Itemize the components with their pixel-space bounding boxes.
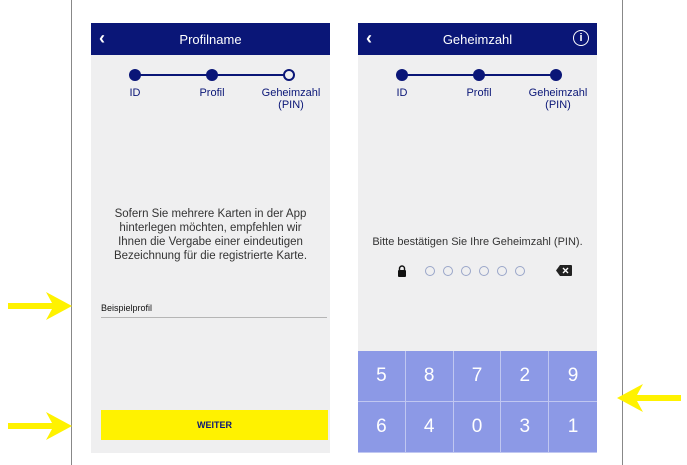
keypad-key-5[interactable]: 5 xyxy=(358,351,406,402)
pin-dot xyxy=(461,266,471,276)
keypad-key-1[interactable]: 1 xyxy=(549,402,597,453)
keypad-key-0[interactable]: 0 xyxy=(453,402,502,453)
progress-stepper: ID Profil Geheimzahl (PIN) xyxy=(91,67,330,127)
step-label-id: ID xyxy=(129,87,141,99)
page-title: Profilname xyxy=(179,32,242,47)
annotation-arrow-left-icon xyxy=(617,384,681,412)
profile-name-screen: ‹ Profilname ID Profil Geheimzahl (PIN) … xyxy=(91,23,330,453)
keypad-key-3[interactable]: 3 xyxy=(501,402,550,453)
step-dot-pin xyxy=(283,69,295,81)
info-text: Sofern Sie mehrere Karten in der App hin… xyxy=(113,208,308,262)
pin-screen: ‹ Geheimzahl i ID Profil Geheimzahl (PIN… xyxy=(358,23,597,453)
navbar: ‹ Profilname xyxy=(91,23,330,55)
lock-icon xyxy=(398,265,406,277)
keypad-key-2[interactable]: 2 xyxy=(501,351,550,402)
keypad-key-9[interactable]: 9 xyxy=(549,351,597,402)
pin-prompt: Bitte bestätigen Sie Ihre Geheimzahl (PI… xyxy=(372,236,583,248)
step-label-pin: Geheimzahl (PIN) xyxy=(261,87,321,111)
annotation-arrow-right-icon xyxy=(8,412,72,440)
info-icon[interactable]: i xyxy=(573,30,589,46)
continue-button[interactable]: WEITER xyxy=(101,410,328,440)
progress-stepper: ID Profil Geheimzahl (PIN) xyxy=(358,67,597,127)
pin-dot xyxy=(515,266,525,276)
step-label-pin: Geheimzahl (PIN) xyxy=(528,87,588,111)
step-dot-pin xyxy=(550,69,562,81)
page-title: Geheimzahl xyxy=(442,32,513,47)
step-label-id: ID xyxy=(396,87,408,99)
keypad-key-6[interactable]: 6 xyxy=(358,402,406,453)
step-dot-id xyxy=(129,69,141,81)
number-keypad: 58729 64031 xyxy=(358,351,597,453)
navbar: ‹ Geheimzahl i xyxy=(358,23,597,55)
step-label-profil: Profil xyxy=(466,87,492,99)
input-underline xyxy=(101,317,327,318)
profile-name-input[interactable]: Beispielprofil xyxy=(101,303,152,313)
annotation-arrow-right-icon xyxy=(8,292,72,320)
backspace-icon[interactable] xyxy=(556,265,572,276)
keypad-key-4[interactable]: 4 xyxy=(405,402,454,453)
step-dot-profil xyxy=(206,69,218,81)
keypad-key-8[interactable]: 8 xyxy=(405,351,454,402)
pin-entry xyxy=(358,263,597,279)
pin-dot xyxy=(443,266,453,276)
pin-dot xyxy=(425,266,435,276)
pin-dot xyxy=(479,266,489,276)
keypad-key-7[interactable]: 7 xyxy=(453,351,502,402)
pin-dot xyxy=(497,266,507,276)
step-label-profil: Profil xyxy=(199,87,225,99)
step-dot-profil xyxy=(473,69,485,81)
step-dot-id xyxy=(396,69,408,81)
